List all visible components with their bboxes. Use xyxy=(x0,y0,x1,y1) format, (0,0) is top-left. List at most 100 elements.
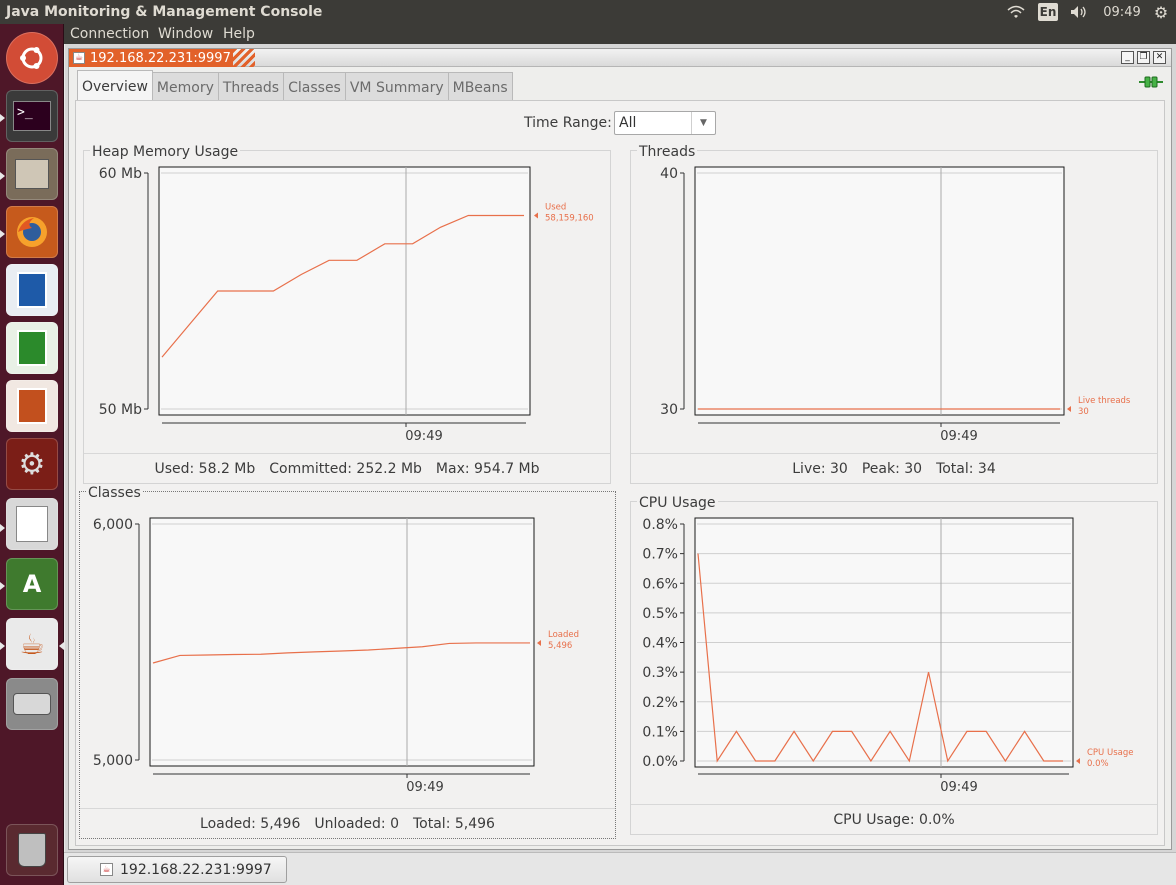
y-tick-label: 0.7% xyxy=(642,547,678,563)
y-tick-label: 30 xyxy=(660,402,678,418)
system-settings-icon[interactable]: ⚙ xyxy=(6,438,58,490)
y-tick-label: 0.8% xyxy=(642,517,678,533)
x-tick-label: 09:49 xyxy=(940,780,977,795)
legend-series-value: 5,496 xyxy=(548,641,572,651)
threads-chart: 403009:49Live threads30 xyxy=(660,166,1131,444)
restore-button[interactable]: ❐ xyxy=(1137,51,1150,64)
launcher: >_ ⚙ A ☕ xyxy=(0,24,64,885)
legend-series-name: Loaded xyxy=(548,630,579,640)
heap-committed: Committed: 252.2 Mb xyxy=(269,460,422,477)
tab-classes[interactable]: Classes xyxy=(283,72,346,102)
threads-summary: Live: 30 Peak: 30 Total: 34 xyxy=(631,453,1157,483)
y-tick-label: 6,000 xyxy=(93,517,133,533)
volume-icon[interactable] xyxy=(1068,0,1092,24)
classes-panel[interactable]: 6,000 5,000 09:49 Loaded 5,496 Classes Loade… xyxy=(79,485,616,839)
tab-vm-summary[interactable]: VM Summary xyxy=(344,72,449,102)
heap-max: Max: 954.7 Mb xyxy=(435,460,540,477)
close-button[interactable]: ✕ xyxy=(1153,51,1166,64)
y-tick-label: 0.5% xyxy=(642,606,678,622)
menubar: Connection Window Help xyxy=(64,24,1176,44)
disk-icon[interactable] xyxy=(6,678,58,730)
heap-panel-title: Heap Memory Usage xyxy=(90,144,241,160)
y-tick-label: 40 xyxy=(660,166,678,182)
text-editor-icon[interactable] xyxy=(6,498,58,550)
tab-overview[interactable]: Overview xyxy=(77,70,153,102)
heap-used: Used: 58.2 Mb xyxy=(154,460,256,477)
y-tick-label: 5,000 xyxy=(93,753,133,769)
threads-live: Live: 30 xyxy=(792,460,848,477)
menu-window[interactable]: Window xyxy=(158,26,213,42)
connection-status-icon xyxy=(1139,76,1163,88)
connection-window-title-text: 192.168.22.231:9997 xyxy=(90,50,231,66)
top-panel: Java Monitoring & Management Console En … xyxy=(0,0,1176,24)
legend-series-value: 30 xyxy=(1078,407,1089,417)
wifi-icon[interactable] xyxy=(1004,0,1028,24)
plot-area xyxy=(149,517,535,767)
classes-unloaded: Unloaded: 0 xyxy=(314,815,399,832)
y-tick-label: 0.6% xyxy=(642,576,678,592)
tab-mbeans[interactable]: MBeans xyxy=(447,72,513,102)
threads-panel-title: Threads xyxy=(637,144,698,160)
taskbar-window-label: 192.168.22.231:9997 xyxy=(120,861,272,878)
firefox-icon[interactable] xyxy=(6,206,58,258)
tab-threads[interactable]: Threads xyxy=(217,72,285,102)
classes-panel-title: Classes xyxy=(86,485,143,501)
threads-total: Total: 34 xyxy=(936,460,996,477)
classes-summary: Loaded: 5,496 Unloaded: 0 Total: 5,496 xyxy=(80,808,615,838)
time-range-label: Time Range: xyxy=(524,115,612,131)
minimize-button[interactable]: _ xyxy=(1121,51,1134,64)
y-tick-label: 0.3% xyxy=(642,665,678,681)
y-tick-label: 0.0% xyxy=(642,754,678,770)
legend-series-value: 58,159,160 xyxy=(545,213,594,223)
impress-icon[interactable] xyxy=(6,380,58,432)
overview-content: Time Range: All ▼ 60 Mb 50 Mb 09:49 Used 58,… xyxy=(75,100,1165,846)
trash-icon[interactable] xyxy=(6,824,58,876)
threads-panel: 40 30 09:49 Live threads 30 Threads Live: 30… xyxy=(630,144,1158,484)
legend-series-name: Used xyxy=(545,202,566,212)
connection-window: ☕ 192.168.22.231:9997 _ ❐ ✕ Overview Mem… xyxy=(68,48,1172,850)
plot-area xyxy=(694,166,1065,416)
cpu-usage-panel: 0.8% 0.7% 0.6% 0.5% 0.4% 0.3% 0.2% 0.1% 0.0% 09:4… xyxy=(630,495,1158,835)
x-tick-label: 09:49 xyxy=(406,780,443,795)
y-tick-label: 0.4% xyxy=(642,636,678,652)
menu-help[interactable]: Help xyxy=(223,26,255,42)
cpu-usage-chart: 0.8% 0.7% 0.6% 0.5% 0.4% 0.3% 0.2% 0.1% 0.0% 09:4… xyxy=(642,517,1133,795)
heap-memory-chart: 60 Mb 50 Mb 09:49 Used58,159,160 xyxy=(99,166,594,444)
java-icon[interactable]: ☕ xyxy=(6,618,58,670)
connection-window-title: ☕ 192.168.22.231:9997 xyxy=(69,49,233,67)
y-tick-label: 50 Mb xyxy=(99,402,142,418)
taskbar-window-button[interactable]: ☕ 192.168.22.231:9997 xyxy=(67,856,287,883)
title-decoration xyxy=(233,49,255,67)
software-updater-icon[interactable]: A xyxy=(6,558,58,610)
connection-window-titlebar[interactable]: ☕ 192.168.22.231:9997 _ ❐ ✕ xyxy=(69,49,1171,67)
cpu-panel-title: CPU Usage xyxy=(637,495,718,511)
y-tick-label: 0.1% xyxy=(642,724,678,740)
time-range-value: All xyxy=(619,115,637,131)
legend-series-name: Live threads xyxy=(1078,396,1131,406)
classes-loaded: Loaded: 5,496 xyxy=(200,815,301,832)
java-doc-icon: ☕ xyxy=(100,863,113,876)
heap-summary: Used: 58.2 Mb Committed: 252.2 Mb Max: 9… xyxy=(84,453,610,483)
calc-icon[interactable] xyxy=(6,322,58,374)
legend-marker xyxy=(537,639,541,646)
files-icon[interactable] xyxy=(6,148,58,200)
chevron-down-icon[interactable]: ▼ xyxy=(691,112,715,134)
threads-peak: Peak: 30 xyxy=(861,460,923,477)
legend-series-value: 0.0% xyxy=(1087,759,1109,769)
y-tick-label: 0.2% xyxy=(642,695,678,711)
heap-memory-panel: 60 Mb 50 Mb 09:49 Used 58,159,160 Heap Memor… xyxy=(83,144,611,484)
classes-chart: 6,000 5,000 09:49 Loaded5,496 xyxy=(93,517,579,795)
terminal-icon[interactable]: >_ xyxy=(6,90,58,142)
writer-icon[interactable] xyxy=(6,264,58,316)
x-tick-label: 09:49 xyxy=(940,429,977,444)
ubuntu-dash-icon[interactable] xyxy=(6,32,58,84)
legend-marker xyxy=(1076,758,1080,764)
clock[interactable]: 09:49 xyxy=(1100,0,1144,24)
session-gear-icon[interactable]: ⚙ xyxy=(1150,0,1172,24)
cpu-summary: CPU Usage: 0.0% xyxy=(631,804,1157,834)
keyboard-language-indicator[interactable]: En xyxy=(1038,3,1058,21)
menu-connection[interactable]: Connection xyxy=(70,26,149,42)
time-range-select[interactable]: All ▼ xyxy=(614,111,716,135)
tab-memory[interactable]: Memory xyxy=(151,72,219,102)
legend-series-name: CPU Usage xyxy=(1087,748,1133,758)
